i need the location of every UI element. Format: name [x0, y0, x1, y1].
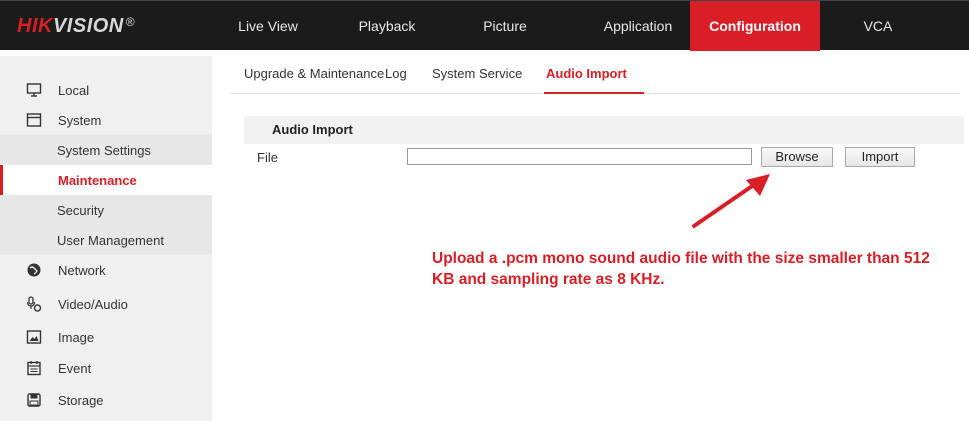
sidebar-item-event[interactable]: Event [0, 353, 212, 383]
file-label: File [257, 150, 278, 165]
sidebar-item-label: Event [58, 360, 92, 376]
globe-icon [26, 262, 42, 278]
tab-upgrade-maintenance[interactable]: Upgrade & Maintenance [244, 66, 384, 94]
sidebar-item-storage[interactable]: Storage [0, 385, 212, 415]
sidebar-item-label: Security [57, 202, 104, 218]
registered-mark: ® [125, 15, 136, 29]
section-title: Audio Import [272, 122, 353, 137]
window-icon [26, 112, 42, 128]
sidebar-item-system[interactable]: System [0, 105, 212, 135]
sidebar-item-user-management[interactable]: User Management [0, 225, 212, 255]
annotation-arrow-icon [692, 174, 770, 228]
sidebar-item-label: System [58, 112, 102, 128]
image-icon [26, 329, 42, 345]
import-button[interactable]: Import [845, 147, 915, 167]
hikvision-logo: HIKVISION ® [17, 15, 135, 38]
sidebar-item-label: Image [58, 329, 95, 345]
section-header: Audio Import [244, 116, 964, 144]
logo-suffix: VISION [52, 15, 124, 37]
content-tabs: Upgrade & Maintenance Log System Service… [230, 56, 960, 94]
nav-playback[interactable]: Playback [332, 1, 442, 51]
nav-picture[interactable]: Picture [455, 1, 555, 51]
logo-prefix: HIK [17, 15, 53, 37]
sidebar-item-video-audio[interactable]: Video/Audio [0, 289, 212, 319]
sidebar-item-local[interactable]: Local [0, 75, 212, 105]
browse-button[interactable]: Browse [761, 147, 833, 167]
tab-audio-import[interactable]: Audio Import [544, 66, 644, 94]
top-navigation-bar: HIKVISION ® Live View Playback Picture Ap… [0, 0, 969, 51]
sidebar-item-system-settings[interactable]: System Settings [0, 135, 212, 165]
sidebar-item-security[interactable]: Security [0, 195, 212, 225]
monitor-icon [26, 82, 42, 98]
sidebar-item-image[interactable]: Image [0, 322, 212, 352]
calendar-icon [26, 360, 42, 376]
sidebar-item-label: Storage [58, 392, 104, 408]
sidebar-item-label: System Settings [57, 142, 151, 158]
tab-log[interactable]: Log [385, 66, 407, 94]
file-path-input[interactable] [407, 148, 752, 165]
sidebar-item-maintenance[interactable]: Maintenance [0, 165, 212, 195]
sidebar-item-network[interactable]: Network [0, 255, 212, 285]
sidebar-item-label: Maintenance [58, 172, 137, 188]
mic-icon [26, 296, 42, 312]
sidebar-item-label: Local [58, 82, 90, 98]
sidebar: Local System System Settings Maintenance… [0, 56, 212, 421]
sidebar-item-label: Network [58, 262, 106, 278]
disk-icon [26, 392, 42, 408]
sidebar-item-label: Video/Audio [58, 296, 128, 312]
nav-vca[interactable]: VCA [828, 1, 928, 51]
sidebar-item-label: User Management [57, 232, 164, 248]
nav-configuration[interactable]: Configuration [690, 1, 820, 51]
nav-live-view[interactable]: Live View [218, 1, 318, 51]
annotation-text: Upload a .pcm mono sound audio file with… [432, 250, 930, 288]
tab-system-service[interactable]: System Service [432, 66, 522, 94]
nav-application[interactable]: Application [578, 1, 698, 51]
